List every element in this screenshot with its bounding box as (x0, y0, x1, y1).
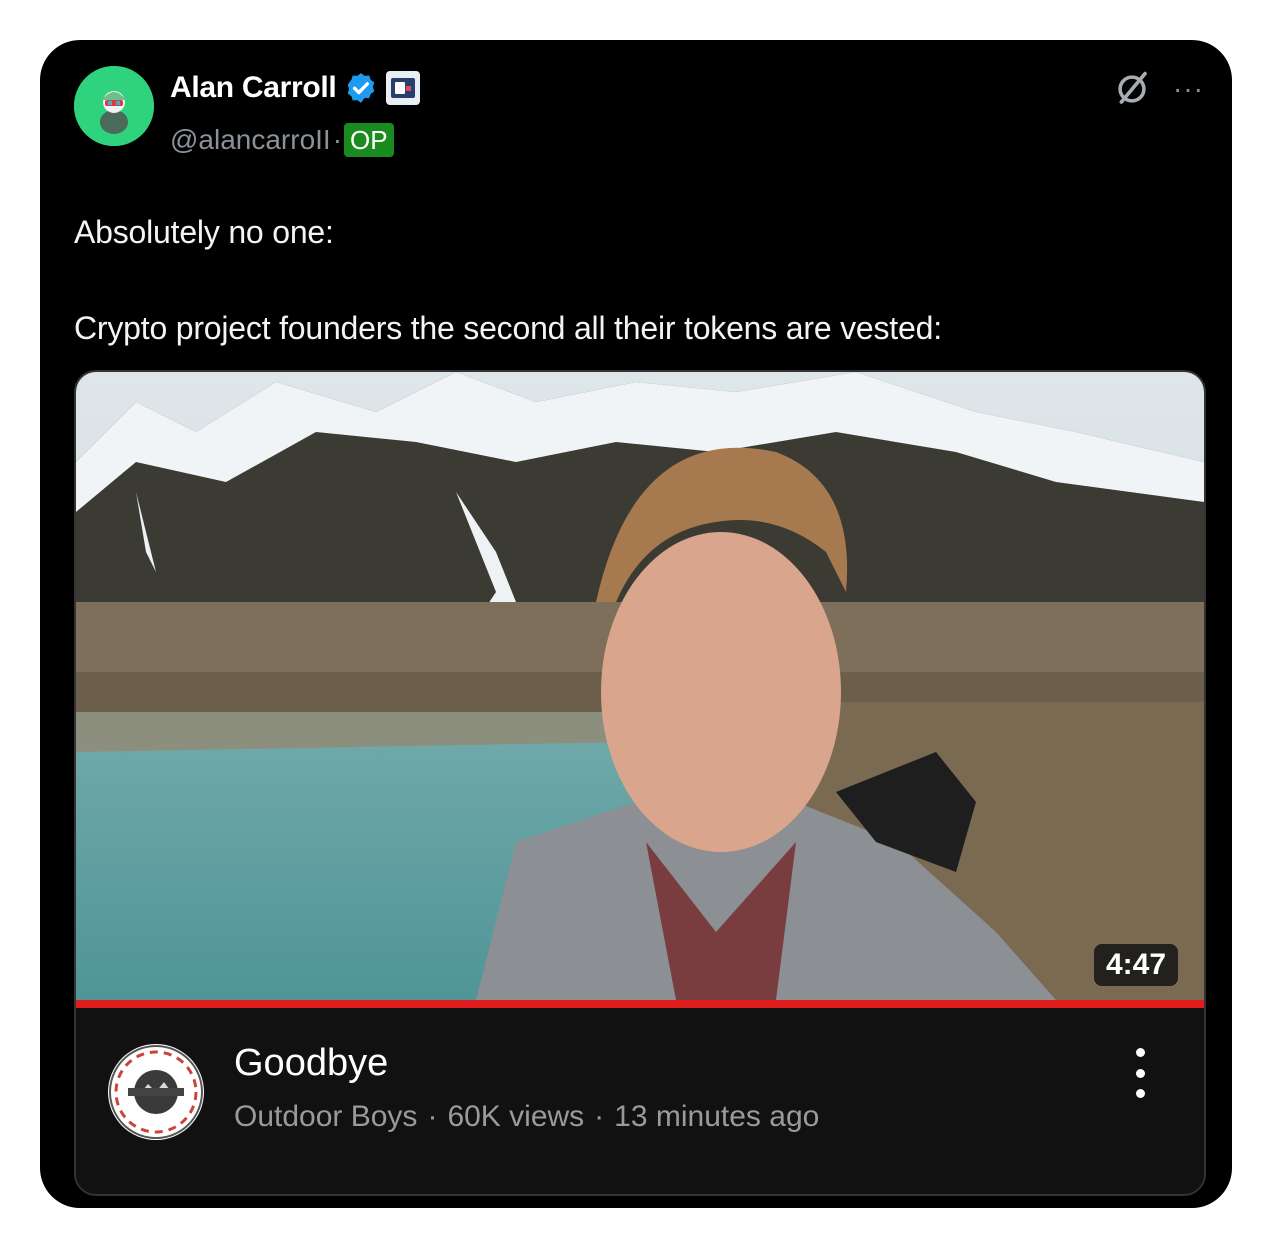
avatar-illustration (74, 66, 154, 146)
post-text: Absolutely no one: Crypto project founde… (74, 208, 1194, 352)
video-menu-icon[interactable] (1134, 1048, 1146, 1098)
post-actions: ··· (1113, 70, 1204, 108)
channel-name[interactable]: Outdoor Boys (234, 1100, 417, 1134)
handle-separator: · (332, 124, 343, 155)
channel-avatar[interactable] (108, 1044, 204, 1140)
author-avatar[interactable] (74, 66, 154, 146)
meta-separator: · (427, 1100, 438, 1133)
affiliate-logo-icon (391, 78, 416, 98)
author-handle[interactable]: @alancarroII (170, 124, 331, 156)
video-duration: 4:47 (1093, 944, 1178, 986)
video-title[interactable]: Goodbye (234, 1042, 388, 1085)
video-progress-bar[interactable] (76, 1000, 1204, 1008)
post-card: Alan Carroll @alancarroII · OP ··· Absol… (40, 40, 1232, 1208)
op-badge: OP (344, 123, 394, 157)
author-handle-row: @alancarroII · OP (170, 120, 394, 160)
video-metadata: Outdoor Boys · 60K views · 13 minutes ag… (234, 1100, 819, 1134)
more-options-icon[interactable]: ··· (1173, 75, 1204, 103)
post-text-line-2: Crypto project founders the second all t… (74, 310, 942, 346)
author-name-row: Alan Carroll (170, 68, 421, 108)
post-text-line-1: Absolutely no one: (74, 214, 334, 250)
meta-separator: · (594, 1100, 605, 1133)
affiliate-badge-icon[interactable] (386, 71, 421, 105)
video-info-bar: Goodbye Outdoor Boys · 60K views · 13 mi… (76, 1008, 1204, 1194)
verified-badge-icon[interactable] (344, 71, 378, 105)
view-count: 60K views (447, 1100, 585, 1133)
author-display-name[interactable]: Alan Carroll (170, 71, 337, 105)
upload-age: 13 minutes ago (614, 1100, 820, 1133)
video-thumbnail[interactable] (76, 372, 1204, 1000)
grok-icon[interactable] (1113, 70, 1151, 108)
channel-logo (109, 1045, 203, 1139)
embedded-video-card[interactable]: 4:47 Goodbye Outdoor Boys · 60K views · … (74, 370, 1206, 1196)
